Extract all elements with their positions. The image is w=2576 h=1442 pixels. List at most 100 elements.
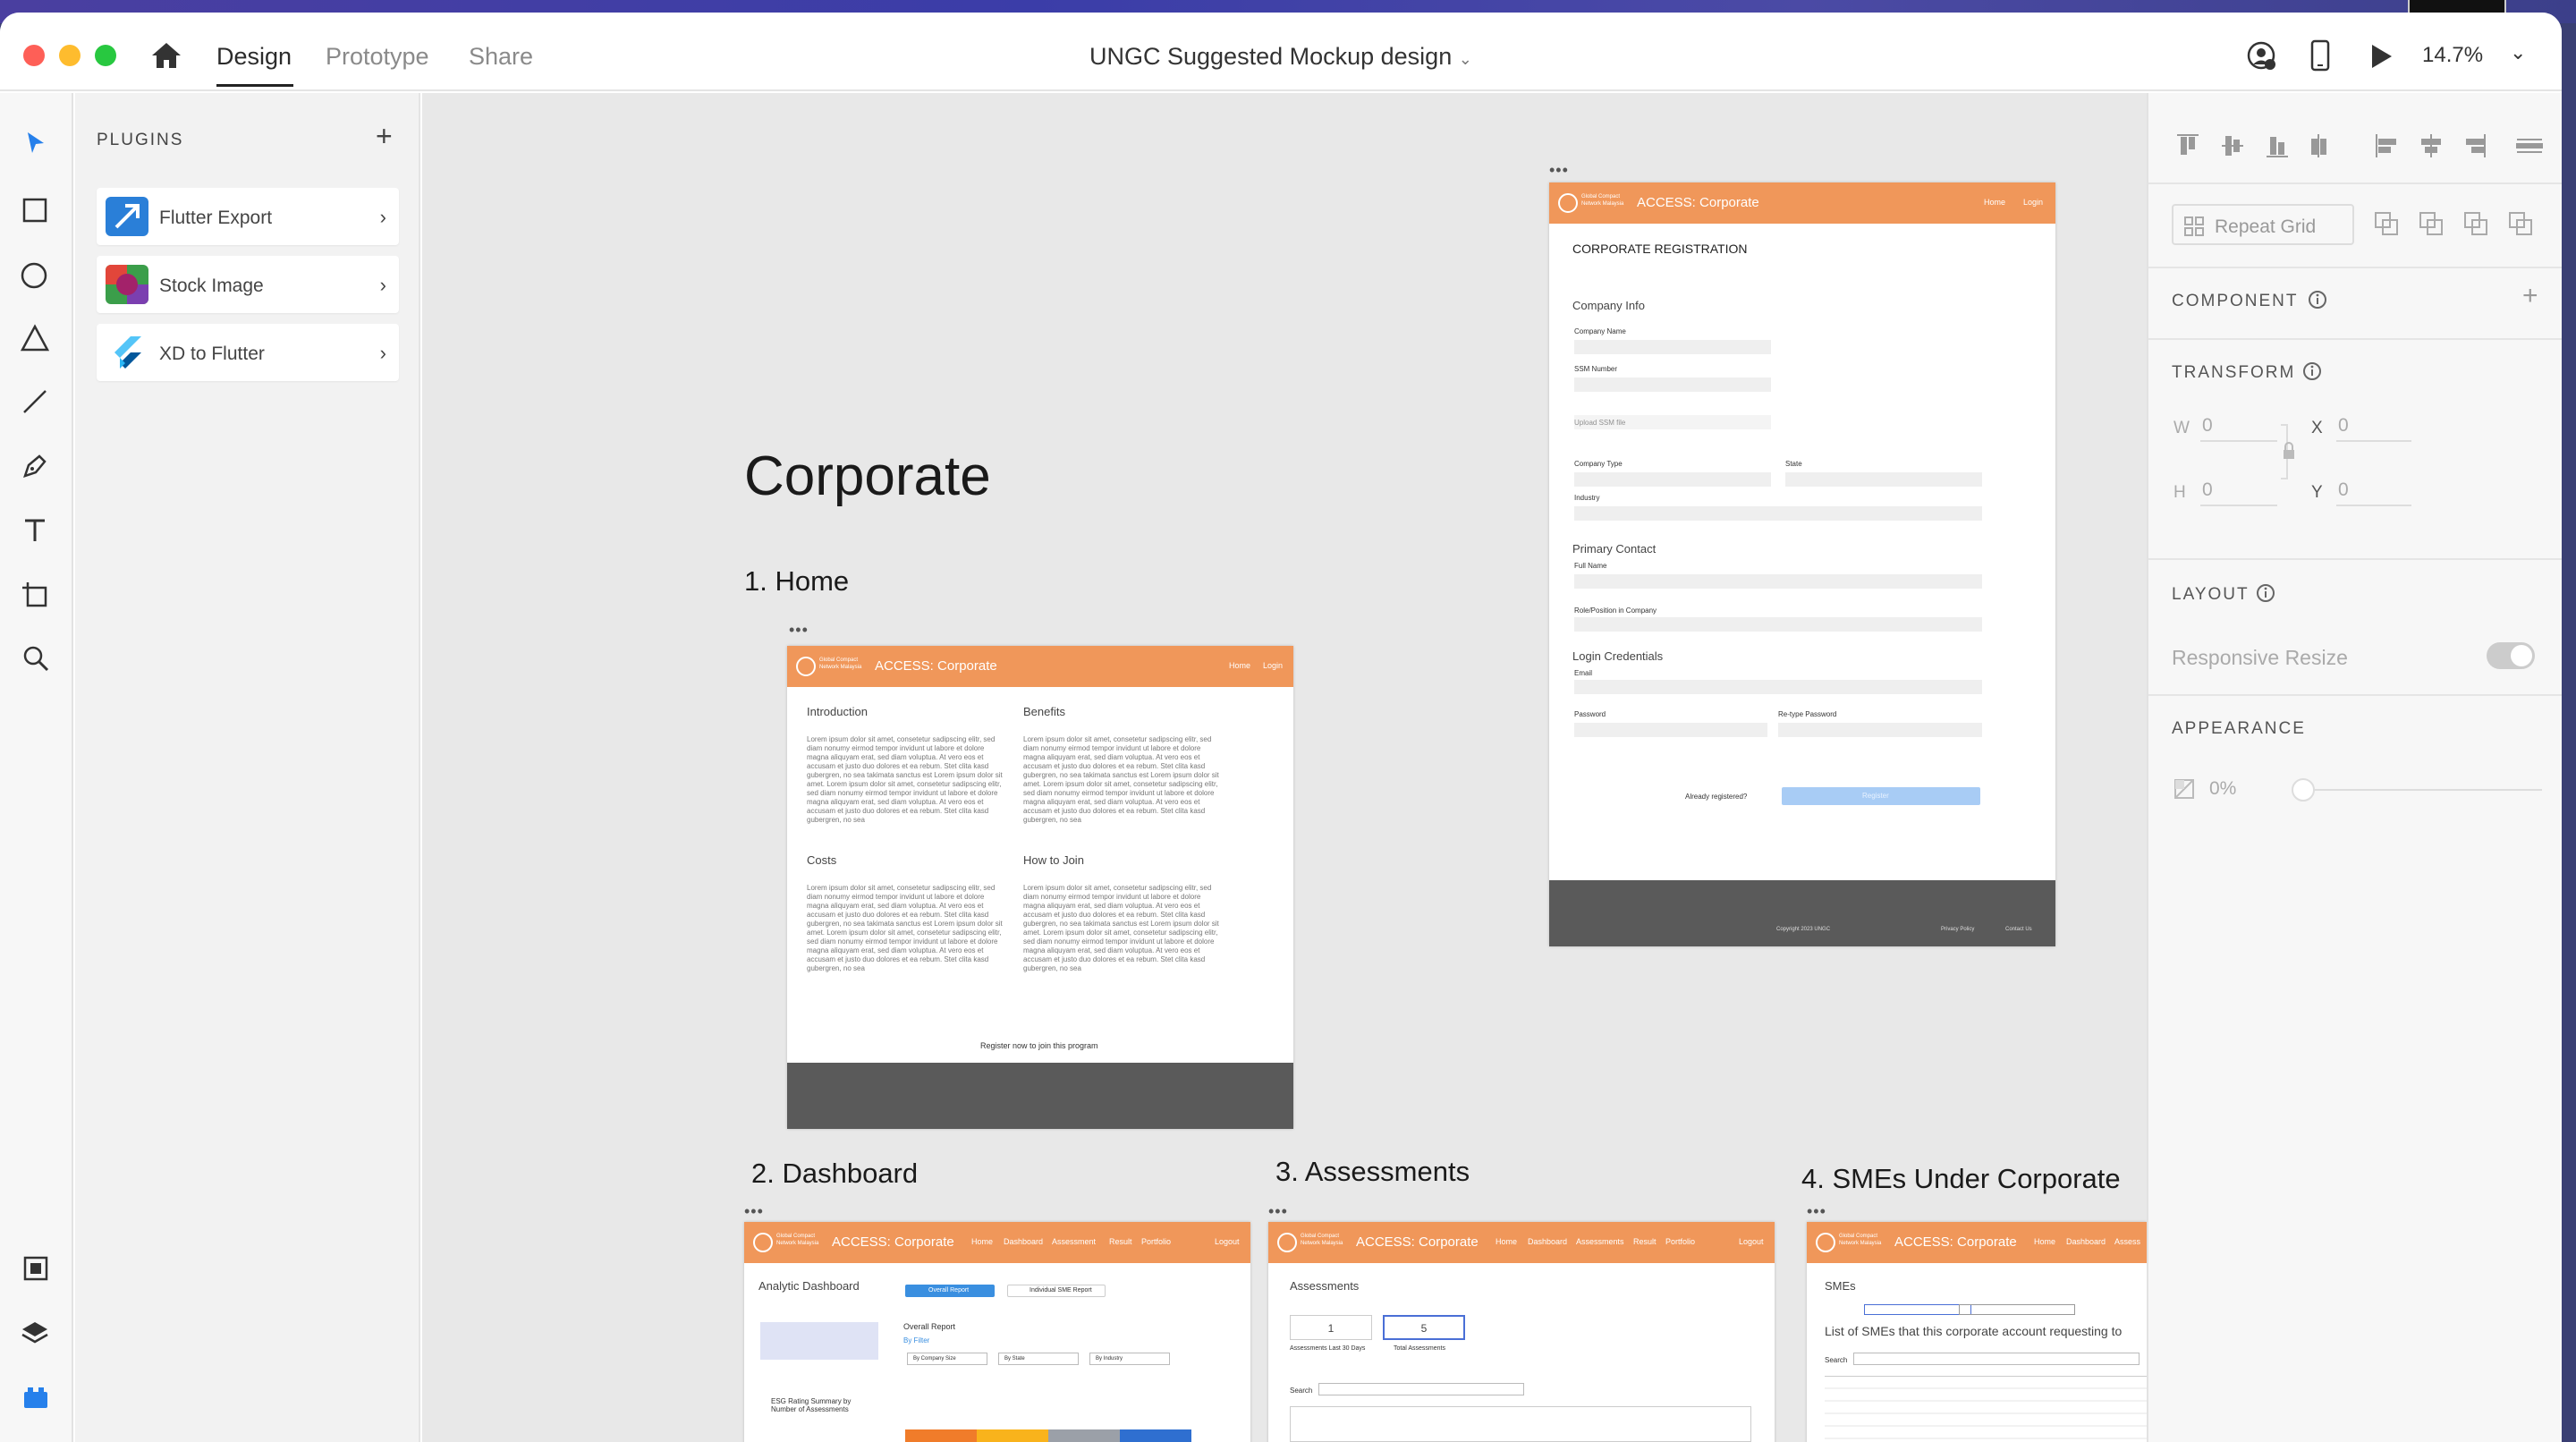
account-icon[interactable] <box>2247 41 2277 72</box>
opacity-slider-thumb[interactable] <box>2292 778 2315 802</box>
company-name-field[interactable] <box>1574 340 1771 354</box>
artboard-registration[interactable]: Global Compact Network Malaysia ACCESS: … <box>1549 182 2055 946</box>
zoom-dropdown-icon[interactable]: ⌄ <box>2510 41 2526 64</box>
nav-home[interactable]: Home <box>1984 198 2005 207</box>
x-input[interactable]: 0 <box>2336 411 2411 442</box>
zoom-level[interactable]: 14.7% <box>2422 43 2483 68</box>
nav-assess[interactable]: Assess <box>2114 1237 2140 1246</box>
artboard-menu-icon[interactable]: ••• <box>1549 161 1569 180</box>
nav-logout[interactable]: Logout <box>1739 1237 1764 1246</box>
nav-logout[interactable]: Logout <box>1215 1237 1240 1246</box>
nav-home[interactable]: Home <box>2034 1237 2055 1246</box>
tab-design[interactable]: Design <box>216 43 292 71</box>
ellipse-tool-icon[interactable] <box>20 261 48 290</box>
close-window-button[interactable] <box>23 45 45 66</box>
email-field[interactable] <box>1574 680 1982 694</box>
artboard-menu-icon[interactable]: ••• <box>1268 1202 1288 1221</box>
document-title[interactable]: UNGC Suggested Mockup design ⌄ <box>1089 43 1472 71</box>
rectangle-tool-icon[interactable] <box>21 197 48 224</box>
ssm-number-field[interactable] <box>1574 377 1771 392</box>
already-registered-link[interactable]: Already registered? <box>1685 793 1747 801</box>
design-canvas[interactable]: Corporate 1. Home 2. Dashboard 3. Assess… <box>422 93 2147 1442</box>
state-select[interactable]: By State <box>998 1353 1079 1365</box>
role-field[interactable] <box>1574 617 1982 632</box>
boolean-ops-icons[interactable] <box>2374 211 2544 238</box>
nav-dashboard[interactable]: Dashboard <box>1528 1237 1567 1246</box>
home-icon[interactable] <box>150 41 182 70</box>
plugin-xd-to-flutter[interactable]: XD to Flutter › <box>97 324 399 381</box>
nav-portfolio[interactable]: Portfolio <box>1665 1237 1695 1246</box>
opacity-slider-track[interactable] <box>2295 789 2542 791</box>
info-icon[interactable] <box>2302 361 2322 381</box>
artboard-menu-icon[interactable]: ••• <box>789 621 809 640</box>
y-input[interactable]: 0 <box>2336 476 2411 506</box>
minimize-window-button[interactable] <box>59 45 80 66</box>
artboard-assessments[interactable]: Global Compact Network Malaysia ACCESS: … <box>1268 1222 1775 1442</box>
privacy-link[interactable]: Privacy Policy <box>1941 927 1974 932</box>
artboard-home[interactable]: Global Compact Network Malaysia ACCESS: … <box>787 646 1293 1129</box>
company-size-select[interactable]: By Company Size <box>907 1353 987 1365</box>
artboard-smes[interactable]: Global Compact Network Malaysia ACCESS: … <box>1807 1222 2147 1442</box>
register-link[interactable]: Register now to join this program <box>980 1041 1098 1050</box>
filter-dropdown[interactable] <box>1959 1304 2075 1315</box>
height-input[interactable]: 0 <box>2200 476 2277 506</box>
plugins-icon[interactable] <box>21 1383 50 1412</box>
plugin-flutter-export[interactable]: Flutter Export › <box>97 188 399 245</box>
tab-individual-report[interactable]: Individual SME Report <box>1007 1285 1106 1297</box>
line-tool-icon[interactable] <box>21 388 48 415</box>
artboard-tool-icon[interactable] <box>20 580 50 610</box>
layers-icon[interactable] <box>20 1319 50 1349</box>
company-type-select[interactable] <box>1574 472 1771 487</box>
nav-result[interactable]: Result <box>1633 1237 1657 1246</box>
zoom-tool-icon[interactable] <box>21 644 50 673</box>
upload-ssm-field[interactable] <box>1574 415 1771 429</box>
search-input[interactable] <box>1853 1353 2140 1365</box>
width-input[interactable]: 0 <box>2200 411 2277 442</box>
maximize-window-button[interactable] <box>95 45 116 66</box>
nav-assessment[interactable]: Assessment <box>1052 1237 1096 1246</box>
nav-dashboard[interactable]: Dashboard <box>1004 1237 1043 1246</box>
document-assets-icon[interactable] <box>21 1254 50 1283</box>
align-horizontal-icons[interactable] <box>2374 132 2549 159</box>
industry-select[interactable]: By Industry <box>1089 1353 1170 1365</box>
nav-portfolio[interactable]: Portfolio <box>1141 1237 1171 1246</box>
responsive-resize-toggle[interactable] <box>2487 642 2535 669</box>
add-component-icon[interactable]: + <box>2522 281 2538 311</box>
lock-icon[interactable] <box>2281 442 2297 460</box>
align-vertical-icons[interactable] <box>2175 132 2386 159</box>
artboard-menu-icon[interactable]: ••• <box>744 1202 764 1221</box>
opacity-value[interactable]: 0% <box>2209 778 2236 800</box>
full-name-field[interactable] <box>1574 574 1982 589</box>
tab-share[interactable]: Share <box>469 43 533 71</box>
nav-dashboard[interactable]: Dashboard <box>2066 1237 2106 1246</box>
polygon-tool-icon[interactable] <box>20 324 50 352</box>
info-icon[interactable] <box>2256 583 2275 603</box>
register-button[interactable]: Register <box>1782 787 1980 805</box>
nav-login[interactable]: Login <box>2023 198 2043 207</box>
text-tool-icon[interactable] <box>21 517 48 544</box>
plugin-stock-image[interactable]: Stock Image › <box>97 256 399 313</box>
info-icon[interactable] <box>2308 290 2327 310</box>
nav-result[interactable]: Result <box>1109 1237 1132 1246</box>
industry-select[interactable] <box>1574 506 1982 521</box>
retype-password-field[interactable] <box>1778 723 1982 737</box>
password-field[interactable] <box>1574 723 1767 737</box>
requesting-dropdown[interactable] <box>1864 1304 1971 1315</box>
repeat-grid-button[interactable]: Repeat Grid <box>2172 204 2354 245</box>
nav-home[interactable]: Home <box>971 1237 993 1246</box>
nav-assessments[interactable]: Assessments <box>1576 1237 1624 1246</box>
pen-tool-icon[interactable] <box>21 453 48 479</box>
select-tool-icon[interactable] <box>25 131 47 156</box>
mobile-preview-icon[interactable] <box>2309 39 2331 72</box>
state-select[interactable] <box>1785 472 1982 487</box>
contact-link[interactable]: Contact Us <box>2005 927 2032 932</box>
search-input[interactable] <box>1318 1383 1524 1395</box>
artboard-menu-icon[interactable]: ••• <box>1807 1202 1826 1221</box>
artboard-dashboard[interactable]: Global Compact Network Malaysia ACCESS: … <box>744 1222 1250 1442</box>
tab-prototype[interactable]: Prototype <box>326 43 429 71</box>
add-plugin-icon[interactable]: + <box>376 122 393 150</box>
nav-login[interactable]: Login <box>1263 661 1283 670</box>
nav-home[interactable]: Home <box>1496 1237 1517 1246</box>
play-preview-icon[interactable] <box>2368 43 2394 70</box>
tab-overall-report[interactable]: Overall Report <box>905 1285 995 1297</box>
